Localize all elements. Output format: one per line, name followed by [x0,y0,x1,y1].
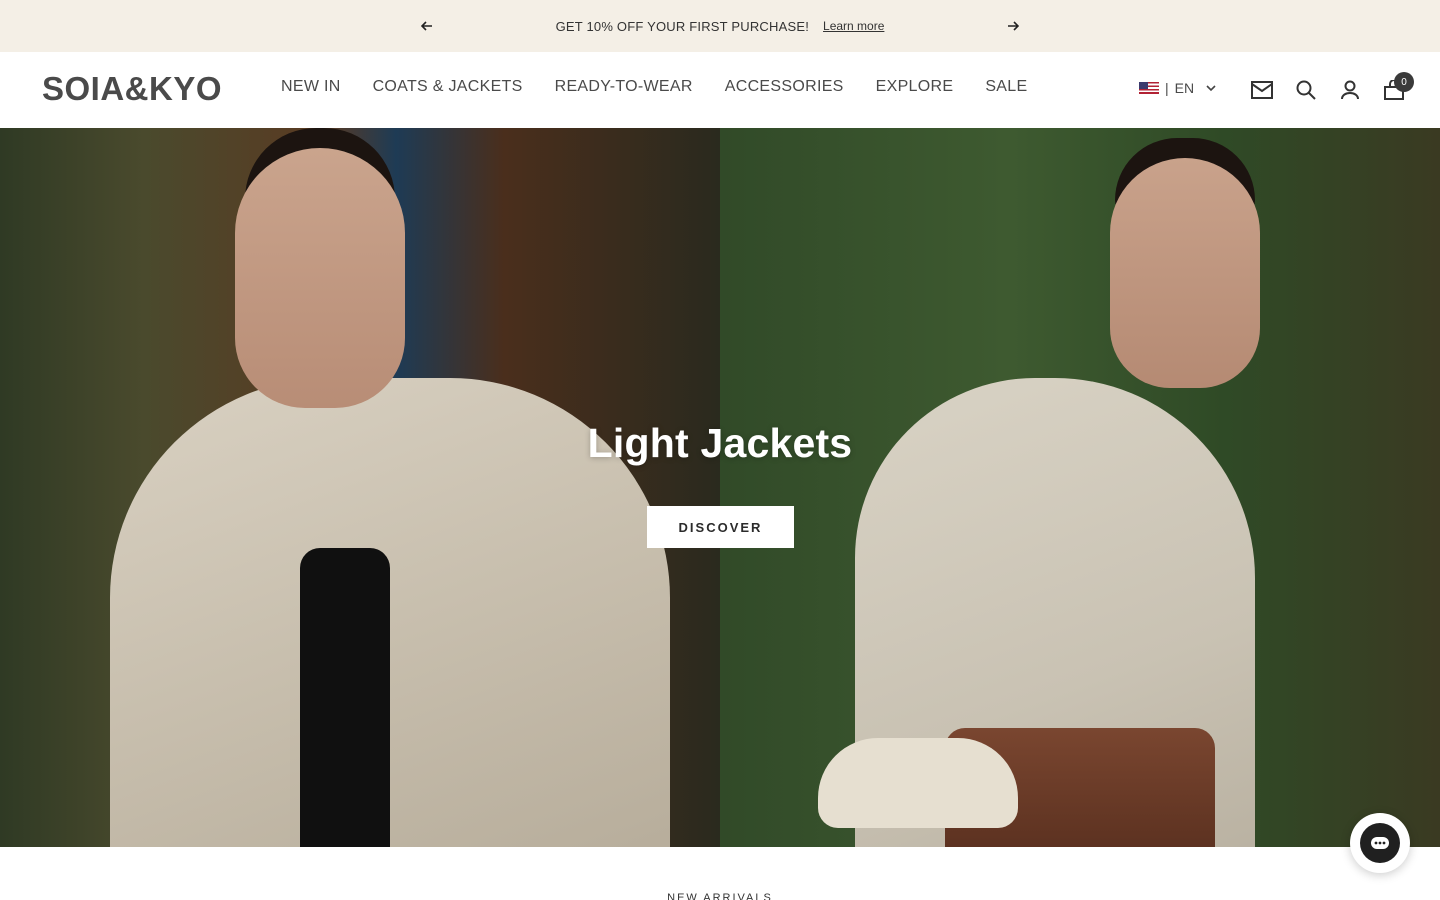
nav-item-coats-jackets[interactable]: COATS & JACKETS [373,78,523,96]
locale-language: EN [1174,80,1195,96]
hero-banner[interactable]: Light Jackets DISCOVER [0,128,1440,847]
hero-title: Light Jackets [587,420,853,466]
chat-widget-button[interactable] [1350,813,1410,873]
announcement-bar: GET 10% OFF YOUR FIRST PURCHASE! Learn m… [0,0,1440,52]
announcement-next-button[interactable] [1004,17,1022,35]
mail-icon [1251,81,1273,99]
model-face-right [1110,158,1260,388]
model-bag-right [818,738,1018,828]
chevron-down-icon [1206,84,1216,91]
header-icons [1250,78,1406,102]
nav-item-new-in[interactable]: NEW IN [281,78,341,96]
account-button[interactable] [1338,78,1362,102]
announcement-text: GET 10% OFF YOUR FIRST PURCHASE! [555,18,810,34]
us-flag-icon [1139,82,1159,94]
chat-icon-circle [1360,823,1400,863]
discover-button[interactable]: DISCOVER [647,506,794,548]
announcement-prev-button[interactable] [418,17,436,35]
model-face-left [235,148,405,408]
chat-icon [1371,837,1389,849]
new-arrivals-heading: NEW ARRIVALS [667,892,773,900]
nav-item-ready-to-wear[interactable]: READY-TO-WEAR [555,78,693,96]
nav-item-explore[interactable]: EXPLORE [876,78,954,96]
main-nav: NEW IN COATS & JACKETS READY-TO-WEAR ACC… [281,78,1027,96]
arrow-left-icon [421,21,432,31]
newsletter-button[interactable] [1250,78,1274,102]
user-icon [1341,80,1359,100]
cart-count-badge: 0 [1394,72,1414,92]
announcement-learn-more-link[interactable]: Learn more [823,19,884,33]
site-logo[interactable]: SOIA&KYO [42,70,222,108]
nav-item-sale[interactable]: SALE [985,78,1027,96]
locale-separator: | [1165,80,1169,96]
model-shirt-left [300,548,390,847]
search-icon [1296,80,1316,100]
site-header: SOIA&KYO NEW IN COATS & JACKETS READY-TO… [0,52,1440,128]
search-button[interactable] [1294,78,1318,102]
arrow-right-icon [1008,21,1019,31]
nav-item-accessories[interactable]: ACCESSORIES [725,78,844,96]
locale-selector[interactable]: | EN [1139,80,1216,96]
